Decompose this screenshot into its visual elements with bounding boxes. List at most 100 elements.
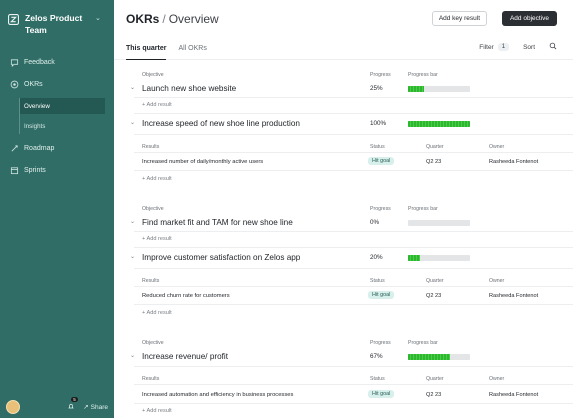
progress-bar [408,354,470,360]
divider [134,231,573,232]
target-icon [9,80,19,90]
sidebar-item-sprints[interactable]: Sprints [0,162,114,179]
divider [134,403,573,404]
sidebar-item-label: Roadmap [24,145,55,152]
sidebar-item-okrs[interactable]: OKRs [0,76,114,93]
divider [134,268,573,269]
divider [134,384,573,385]
sidebar-subitem-overview[interactable]: Overview [20,98,105,114]
result-quarter: Q2 23 [426,392,442,398]
add-result-button[interactable]: + Add result [142,102,172,108]
page-subtitle: Overview [168,12,219,26]
tab-all-okrs[interactable]: All OKRs [178,38,206,60]
divider [134,113,573,114]
search-icon[interactable] [549,42,557,52]
progress-column-header: Progress [370,206,391,212]
add-result-button[interactable]: + Add result [142,408,172,414]
status-badge: Hit goal [368,157,395,165]
objective-column-header: Objective [142,206,164,212]
sidebar-item-roadmap[interactable]: Roadmap [0,140,114,157]
notification-badge: 5 [71,397,78,402]
progress-bar-fill [408,354,450,360]
feedback-icon [9,58,19,68]
status-column-header: Status [370,144,385,150]
owner-column-header: Owner [489,278,505,284]
page-title: OKRs [126,12,160,26]
chevron-down-icon[interactable]: ⌄ [95,14,101,22]
result-text[interactable]: Increased number of daily/monthly active… [142,159,263,165]
add-result-button[interactable]: + Add result [142,310,172,316]
team-switcher[interactable]: Zelos Product Team ⌄ [0,0,114,36]
objective-progress: 25% [370,85,383,92]
quarter-column-header: Quarter [426,144,444,150]
progress-bar-column-header: Progress bar [408,206,438,212]
result-owner: Rasheeda Fontenot [489,293,539,299]
objective-title[interactable]: Launch new shoe website [142,84,236,93]
add-result-button[interactable]: + Add result [142,176,172,182]
results-column-header: Results [142,144,160,150]
status-column-header: Status [370,278,385,284]
objective-title[interactable]: Increase speed of new shoe line producti… [142,119,300,128]
owner-column-header: Owner [489,144,505,150]
avatar[interactable] [6,400,20,414]
chevron-down-icon[interactable]: ⌄ [130,84,135,91]
chevron-down-icon[interactable]: ⌄ [130,253,135,260]
bell-icon[interactable]: 5 [67,397,78,412]
result-text[interactable]: Reduced churn rate for customers [142,293,230,299]
progress-column-header: Progress [370,340,391,346]
sidebar-nav: Feedback OKRs Overview Insights Roadmap [0,54,114,179]
quarter-column-header: Quarter [426,376,444,382]
tab-this-quarter[interactable]: This quarter [126,38,167,60]
status-badge: Hit goal [368,291,395,299]
sidebar-item-label: Feedback [24,59,55,66]
progress-column-header: Progress [370,72,391,78]
progress-bar-fill [408,255,421,261]
sidebar-item-label: Sprints [24,167,46,174]
sidebar-item-label: OKRs [24,81,43,88]
divider [134,304,573,305]
sidebar-footer: 5 ↗ Share [6,397,108,414]
sidebar-subitem-insights[interactable]: Insights [20,118,114,134]
status-column-header: Status [370,376,385,382]
breadcrumb-separator: / [162,12,166,26]
divider [134,170,573,171]
okrs-subnav: Overview Insights [19,98,114,134]
objective-title[interactable]: Increase revenue/ profit [142,352,228,361]
tab-bar: This quarter All OKRs Filter 1 Sort [114,38,573,60]
result-owner: Rasheeda Fontenot [489,392,539,398]
objective-progress: 0% [370,219,380,226]
share-button[interactable]: Share [91,404,108,411]
results-column-header: Results [142,278,160,284]
progress-bar-column-header: Progress bar [408,340,438,346]
add-objective-button[interactable]: Add objective [501,11,557,26]
page-header: OKRs / Overview Add key result Add objec… [114,0,573,38]
objective-title[interactable]: Find market fit and TAM for new shoe lin… [142,218,293,227]
divider [134,366,573,367]
progress-bar-fill [408,121,470,127]
objective-title[interactable]: Improve customer satisfaction on Zelos a… [142,253,300,262]
result-quarter: Q2 23 [426,293,442,299]
result-owner: Rasheeda Fontenot [489,159,539,165]
objective-progress: 100% [370,120,387,127]
chevron-down-icon[interactable]: ⌄ [130,218,135,225]
add-result-button[interactable]: + Add result [142,236,172,242]
share-icon: ↗ [83,404,89,411]
chevron-down-icon[interactable]: ⌄ [130,352,135,359]
divider [134,97,573,98]
progress-bar-column-header: Progress bar [408,72,438,78]
result-text[interactable]: Increased automation and efficiency in b… [142,392,293,398]
roadmap-icon [9,144,19,154]
objective-progress: 67% [370,353,383,360]
results-column-header: Results [142,376,160,382]
progress-bar-fill [408,86,424,92]
sort-button[interactable]: Sort [523,44,535,51]
filter-button[interactable]: Filter [479,44,493,51]
add-key-result-button[interactable]: Add key result [431,11,487,26]
sidebar-item-feedback[interactable]: Feedback [0,54,114,71]
progress-bar [408,86,470,92]
toolbar: Filter 1 Sort [479,42,557,52]
quarter-column-header: Quarter [426,278,444,284]
chevron-down-icon[interactable]: ⌄ [130,119,135,126]
progress-bar [408,220,470,226]
objective-column-header: Objective [142,340,164,346]
